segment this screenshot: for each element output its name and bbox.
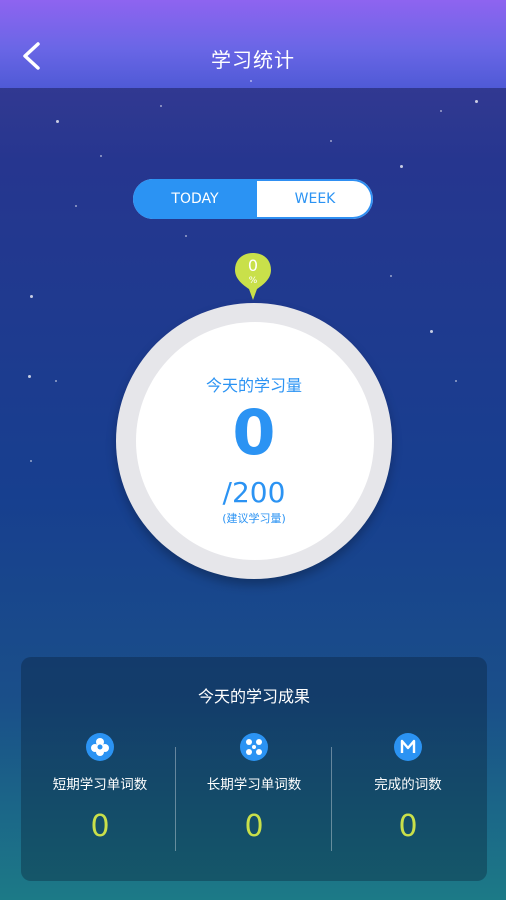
result-value: 0 — [244, 809, 264, 844]
progress-percent-unit: % — [248, 276, 258, 286]
result-label: 完成的词数 — [374, 777, 442, 793]
study-target-note: (建议学习量) — [222, 512, 286, 525]
results-panel: 今天的学习成果 短期学习单词数 0 长期学习单词数 0 完成的词数 0 — [21, 657, 487, 881]
star — [390, 275, 392, 277]
today-study-label: 今天的学习量 — [205, 376, 302, 395]
today-study-count: 0 — [232, 396, 276, 469]
star — [30, 460, 32, 462]
result-completed: 完成的词数 0 — [331, 733, 485, 863]
results-title: 今天的学习成果 — [197, 687, 310, 706]
period-toggle: TODAY WEEK — [133, 179, 373, 219]
tab-week[interactable]: WEEK — [257, 179, 373, 219]
top-bar: 学习统计 — [0, 0, 506, 88]
star — [75, 205, 77, 207]
result-label: 短期学习单词数 — [52, 777, 148, 793]
star — [30, 295, 33, 298]
flower-icon — [86, 733, 114, 761]
star — [475, 100, 478, 103]
result-value: 0 — [90, 809, 110, 844]
result-short-term: 短期学习单词数 0 — [23, 733, 177, 863]
star — [430, 330, 433, 333]
star — [160, 105, 162, 107]
flowers-icon — [240, 733, 268, 761]
star — [100, 155, 102, 157]
result-value: 0 — [398, 809, 418, 844]
star — [56, 120, 59, 123]
tab-today[interactable]: TODAY — [133, 179, 257, 219]
result-long-term: 长期学习单词数 0 — [177, 733, 331, 863]
m-badge-icon — [394, 733, 422, 761]
progress-percent-value: 0 — [247, 256, 259, 275]
page-title: 学习统计 — [211, 48, 295, 72]
star — [400, 165, 403, 168]
star — [185, 235, 187, 237]
result-label: 长期学习单词数 — [206, 777, 302, 793]
study-target: /200 — [222, 476, 286, 509]
star — [330, 140, 332, 142]
star — [455, 380, 457, 382]
divider — [175, 747, 176, 851]
star — [55, 380, 57, 382]
star — [440, 110, 442, 112]
star — [250, 80, 252, 82]
star — [28, 375, 31, 378]
